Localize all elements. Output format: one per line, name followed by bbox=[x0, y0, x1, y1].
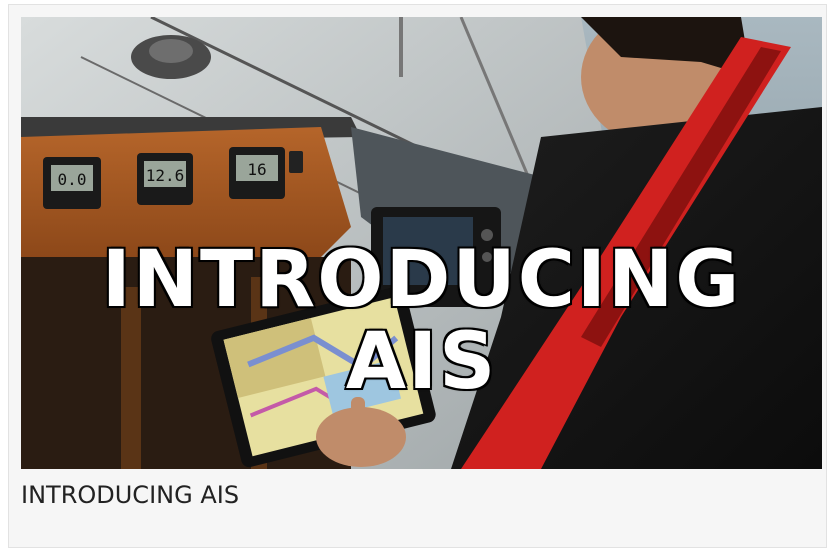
speed-reading: 12.6 bbox=[146, 166, 185, 185]
video-caption-link[interactable]: INTRODUCING AIS bbox=[21, 481, 239, 509]
depth-reading: 0.0 bbox=[58, 170, 87, 189]
overlay-title-line2: AIS bbox=[344, 317, 498, 407]
video-thumbnail[interactable]: 0.0 12.6 16 INTRODUCING AIS bbox=[21, 17, 822, 469]
thumbnail-title-overlay: INTRODUCING AIS bbox=[21, 235, 822, 407]
wind-reading: 16 bbox=[247, 160, 266, 179]
video-card[interactable]: 0.0 12.6 16 INTRODUCING AIS INTRODUCING … bbox=[8, 4, 827, 548]
overlay-title-line1: INTRODUCING bbox=[100, 235, 742, 325]
